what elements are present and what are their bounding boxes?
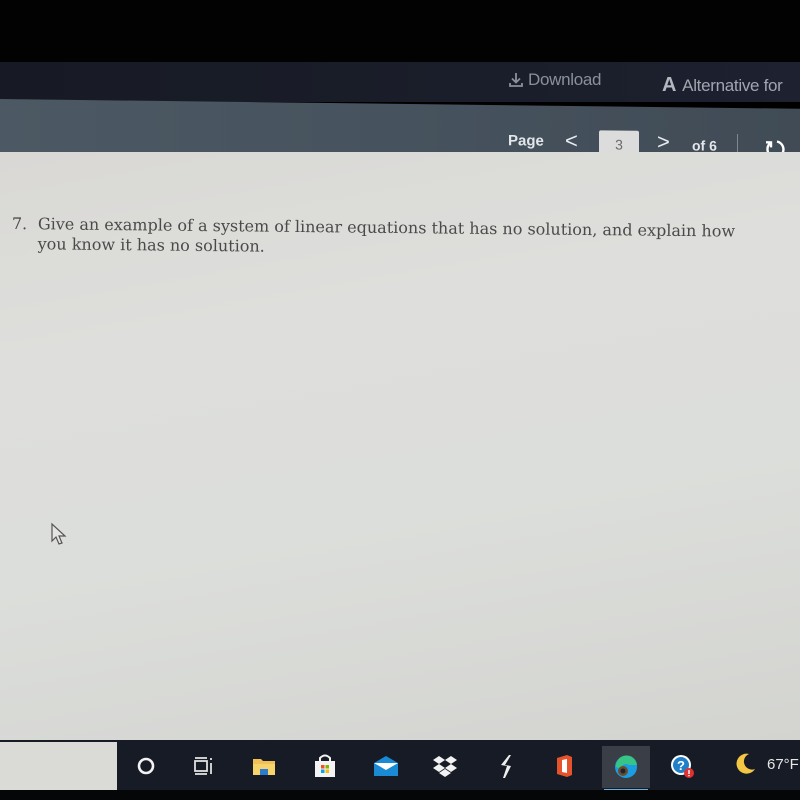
taskbar-edge[interactable] bbox=[602, 746, 650, 792]
taskbar-file-explorer[interactable] bbox=[246, 748, 282, 784]
taskbar-office[interactable] bbox=[546, 748, 582, 784]
question-7: 7. Give an example of a system of linear … bbox=[12, 214, 800, 262]
top-action-bar: Download A Alternative for bbox=[0, 62, 800, 102]
edge-icon bbox=[615, 755, 637, 778]
taskbar-help[interactable]: ? bbox=[664, 748, 700, 784]
dropbox-icon bbox=[433, 756, 457, 777]
taskbar-lightning-app[interactable] bbox=[488, 748, 524, 784]
lightning-icon bbox=[501, 755, 511, 778]
previous-page-button[interactable]: < bbox=[565, 128, 578, 154]
taskbar-weather[interactable]: 67°F bbox=[733, 752, 799, 776]
taskbar-mail[interactable] bbox=[368, 748, 404, 784]
page-label: Page bbox=[508, 132, 544, 150]
download-icon bbox=[509, 73, 523, 87]
taskbar-task-view[interactable] bbox=[185, 748, 221, 784]
office-icon bbox=[557, 755, 572, 777]
document-page: 7. Give an example of a system of linear … bbox=[0, 152, 800, 742]
help-icon: ? bbox=[671, 755, 694, 778]
circle-icon bbox=[137, 757, 155, 775]
alternative-formats-button[interactable]: A Alternative for bbox=[662, 74, 783, 97]
mouse-pointer-icon bbox=[51, 522, 67, 545]
taskbar-microsoft-store[interactable] bbox=[307, 748, 343, 784]
folder-icon bbox=[253, 759, 275, 775]
taskbar-search-box[interactable] bbox=[0, 742, 117, 790]
download-label: Download bbox=[528, 70, 602, 89]
alternative-formats-label: Alternative for bbox=[682, 75, 783, 95]
download-button[interactable]: Download bbox=[507, 70, 602, 90]
svg-text:?: ? bbox=[677, 758, 685, 773]
alternative-format-icon: A bbox=[662, 74, 677, 96]
store-bag-icon bbox=[315, 754, 335, 777]
task-view-icon bbox=[194, 757, 212, 775]
moon-icon bbox=[736, 753, 755, 774]
screen-bezel-top bbox=[0, 0, 800, 62]
screen-bezel-bottom bbox=[0, 790, 800, 800]
taskbar-dropbox[interactable] bbox=[427, 748, 463, 784]
taskbar-cortana[interactable] bbox=[128, 748, 164, 784]
question-number: 7. bbox=[11, 214, 28, 234]
weather-temperature: 67°F bbox=[767, 755, 799, 773]
mail-icon bbox=[374, 756, 398, 776]
